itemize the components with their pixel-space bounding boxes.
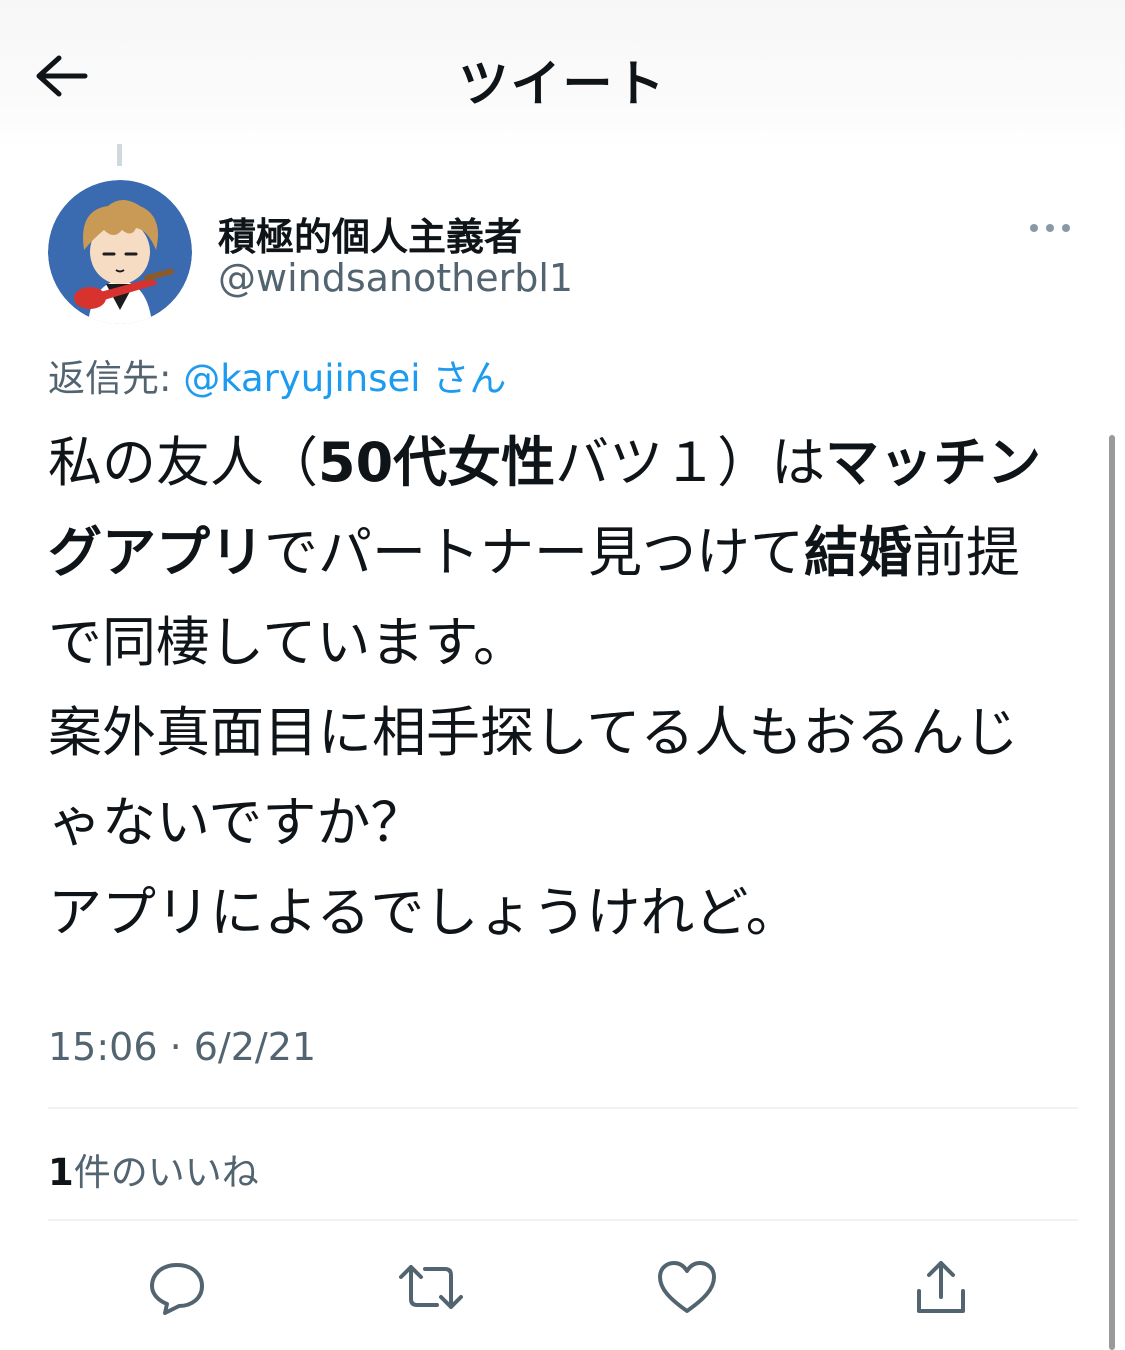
tweet-text-bold: 50代女性	[318, 431, 556, 494]
tweet-body: 私の友人（50代女性バツ１）はマッチングアプリでパートナー見つけて結婚前提で同棲…	[48, 418, 1058, 958]
reply-context: 返信先: @karyujinsei さん	[48, 348, 506, 402]
retweet-icon	[399, 1265, 463, 1309]
tweet-text-run: 案外真面目に相手探してる人もおるんじゃないですか？	[48, 701, 1019, 854]
tweet-text-run: 私の友人（	[48, 431, 318, 494]
like-label: 件のいいね	[73, 1151, 259, 1194]
like-button[interactable]	[652, 1252, 722, 1322]
author-display-name[interactable]: 積極的個人主義者	[218, 206, 522, 261]
author-handle[interactable]: @windsanotherbl1	[218, 256, 573, 300]
reply-button[interactable]	[142, 1252, 212, 1322]
more-options-button[interactable]	[1020, 210, 1080, 246]
like-count: 1	[48, 1151, 74, 1194]
tweet-text-bold: 結婚	[804, 521, 912, 584]
like-icon	[658, 1261, 716, 1313]
scrollbar[interactable]	[1109, 435, 1115, 1350]
tweet-text-run: バツ１）は	[555, 431, 826, 494]
avatar[interactable]	[48, 180, 192, 324]
retweet-button[interactable]	[396, 1252, 466, 1322]
thread-connector-line	[117, 144, 122, 166]
share-icon	[917, 1261, 965, 1313]
header-bar: ツイート	[0, 0, 1125, 150]
reply-icon	[150, 1263, 204, 1315]
tweet-text-run: アプリによるでしょうけれど。	[48, 881, 800, 944]
avatar-illustration	[48, 180, 192, 324]
share-button[interactable]	[906, 1252, 976, 1322]
reply-suffix: さん	[420, 357, 507, 400]
divider	[48, 1219, 1078, 1221]
reply-prefix: 返信先:	[48, 357, 184, 400]
more-horizontal-icon	[1030, 224, 1070, 232]
divider	[48, 1107, 1078, 1109]
likes-stat[interactable]: 1件のいいね	[48, 1142, 259, 1196]
page-title: ツイート	[458, 55, 667, 113]
tweet-timestamp[interactable]: 15:06 · 6/2/21	[48, 1025, 316, 1069]
mention-link[interactable]: @karyujinsei	[183, 357, 420, 400]
tweet-text-run: でパートナー見つけて	[264, 521, 804, 584]
